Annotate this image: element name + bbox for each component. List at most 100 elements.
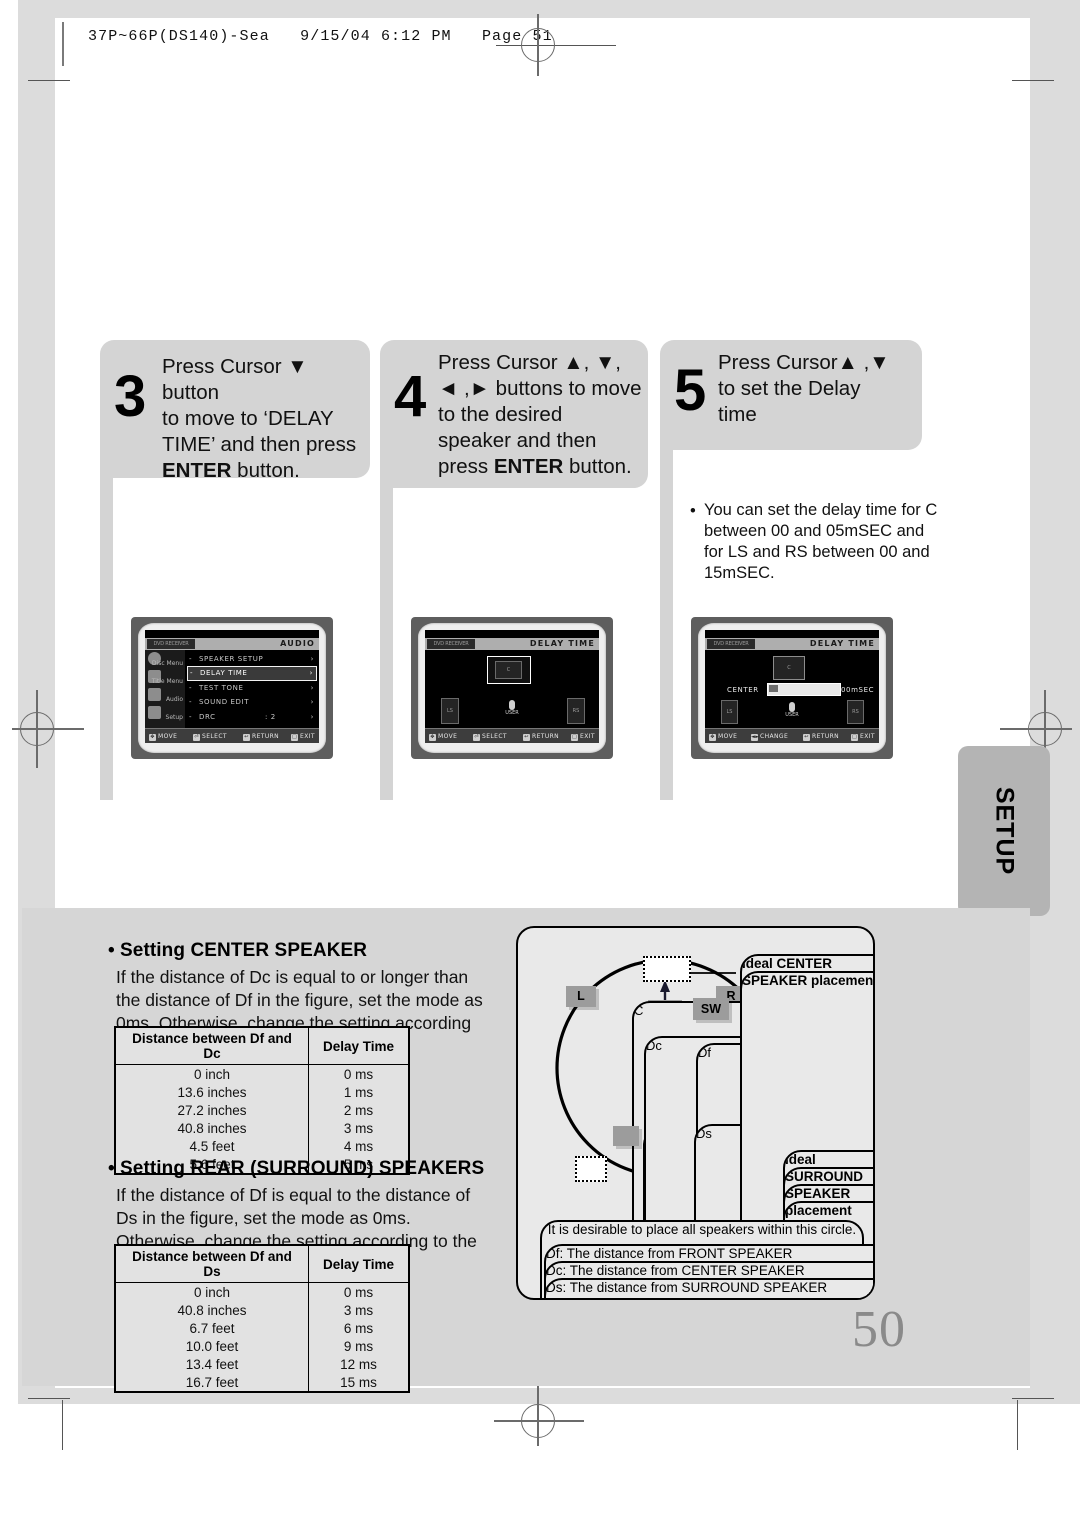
osd-footer-change[interactable]: ◄►CHANGE (751, 731, 788, 742)
osd-sidebar: Disc Menu Title Menu Audio Setup (145, 650, 185, 728)
osd-footer-move[interactable]: ✥ MOVE (709, 731, 737, 742)
osd-title-bar: DVD RECEIVER DELAY TIME (705, 638, 879, 650)
osd-footer-move[interactable]: ✥ MOVE (149, 731, 177, 742)
osd-footer-label: MOVE (158, 733, 178, 740)
osd-menu-item-sound-edit[interactable]: - SOUND EDIT › (187, 695, 317, 709)
osd-menu-item-delay-time[interactable]: - DELAY TIME › (187, 666, 317, 681)
osd-topbar (705, 630, 879, 638)
step-3-stem (100, 460, 113, 800)
select-key-icon: ⏎ (473, 734, 480, 741)
osd-footer-label: RETURN (252, 733, 280, 740)
step-4-line-2: ◄ ,► buttons to move (438, 377, 642, 401)
step-4-stem (380, 488, 393, 800)
osd-footer-return[interactable]: ↩ RETURN (243, 731, 279, 742)
table-row: 0 inch 0 ms (115, 1064, 409, 1083)
print-header-text: 37P~66P(DS140)-Sea 9/15/04 6:12 PM Page … (88, 28, 553, 45)
move-key-icon: ✥ (429, 734, 436, 741)
note-bullet: • (690, 502, 696, 520)
cell-distance: 27.2 inches (115, 1101, 309, 1119)
crop-mark (28, 80, 70, 82)
osd-title-bar: DVD RECEIVER AUDIO (145, 638, 319, 650)
step-3-line-4-rest: button. (231, 459, 300, 483)
left-surround-speaker-icon[interactable]: LS (721, 700, 738, 724)
osd-footer-label: EXIT (860, 733, 875, 740)
registration-tick (537, 1384, 539, 1446)
column-header-delay: Delay Time (308, 1245, 409, 1283)
speaker-left: L (566, 986, 596, 1007)
step-4-box: 4 Press Cursor ▲, ▼, ◄ ,► buttons to mov… (380, 340, 648, 488)
cell-delay: 0 ms (343, 1284, 374, 1300)
left-surround-speaker-icon[interactable]: LS (441, 698, 459, 724)
osd-body: C CENTER 00mSEC LS RS USER (705, 650, 879, 728)
delay-value-bar[interactable] (767, 683, 841, 696)
step-5-stem (660, 446, 673, 800)
osd-menu-item-label: TEST TONE (199, 683, 244, 692)
osd-footer-label: CHANGE (760, 733, 789, 740)
osd-screen: DVD RECEIVER DELAY TIME C LS RS USER ✥ MO… (425, 630, 599, 743)
bullet-dash: - (189, 712, 193, 721)
crop-mark (1012, 80, 1054, 82)
osd-menu-item-test-tone[interactable]: - TEST TONE › (187, 681, 317, 695)
osd-title-text: DELAY TIME (809, 639, 875, 648)
cell-distance: 10.0 feet (115, 1337, 309, 1355)
table-row: 40.8 inches 3 ms (115, 1119, 409, 1137)
delay-range-note: • You can set the delay time for C betwe… (690, 500, 940, 584)
step-4-line-3: to the desired (438, 403, 563, 427)
step-4-enter-label: ENTER (493, 455, 564, 479)
step-4-line-5-pre: press (438, 455, 494, 479)
table-row: 27.2 inches 2 ms (115, 1101, 409, 1119)
osd-footer-move[interactable]: ✥ MOVE (429, 731, 457, 742)
osd-footer-exit[interactable]: □ EXIT (851, 731, 875, 742)
osd-menu-item-speaker-setup[interactable]: - SPEAKER SETUP › (187, 652, 317, 666)
right-surround-speaker-icon[interactable]: RS (847, 700, 864, 724)
crop-mark (1017, 1400, 1019, 1450)
bullet-dash: - (190, 669, 194, 678)
chevron-right-icon: › (310, 698, 314, 707)
osd-footer: ✥ MOVE ⏎ SELECT ↩ RETURN □ EXIT (145, 728, 319, 743)
right-surround-speaker-icon[interactable]: RS (567, 698, 585, 724)
table-row: 10.0 feet 9 ms (115, 1337, 409, 1355)
osd-footer-label: SELECT (202, 733, 227, 740)
rear-delay-table: Distance between Df and Ds Delay Time 0 … (114, 1244, 410, 1393)
cell-distance: 6.7 feet (115, 1319, 309, 1337)
header-rule (62, 22, 64, 66)
table-header-row: Distance between Df and Ds Delay Time (115, 1245, 409, 1283)
osd-screen: DVD RECEIVER AUDIO Disc Menu Title Menu … (145, 630, 319, 743)
cell-delay: 3 ms (343, 1120, 374, 1136)
chevron-right-icon: › (310, 683, 314, 692)
return-key-icon: ↩ (243, 734, 250, 741)
step-3-line-2: to move to ‘DELAY (162, 407, 334, 431)
osd-sidebar-item-setup[interactable]: Setup (145, 710, 185, 726)
osd-menu-item-drc[interactable]: - DRC : 2 › (187, 710, 317, 724)
osd-footer-return[interactable]: ↩ RETURN (803, 731, 839, 742)
crop-mark (28, 1398, 70, 1400)
select-key-icon: ⏎ (193, 734, 200, 741)
osd-footer-exit[interactable]: □ EXIT (291, 731, 315, 742)
chevron-right-icon: › (309, 669, 313, 678)
cell-delay: 6 ms (343, 1320, 374, 1336)
table-header-row: Distance between Df and Dc Delay Time (115, 1027, 409, 1065)
center-speaker-icon[interactable]: C (495, 661, 522, 679)
listener-figure-icon (509, 700, 515, 710)
step-5-text: Press Cursor▲ ,▼ to set the Delay time (718, 350, 924, 428)
cell-distance: 13.6 inches (115, 1083, 309, 1101)
osd-body: C LS RS USER (425, 650, 599, 728)
cell-delay: 0 ms (343, 1066, 374, 1082)
delay-value-number (769, 685, 778, 692)
table-row: 4.5 feet 4 ms (115, 1137, 409, 1155)
osd-footer-label: RETURN (532, 733, 560, 740)
osd-footer-select[interactable]: ⏎ SELECT (193, 731, 227, 742)
osd-footer-exit[interactable]: □ EXIT (571, 731, 595, 742)
section-center-heading-text: Setting CENTER SPEAKER (120, 940, 368, 961)
ideal-surround-left-placeholder (575, 1156, 607, 1182)
registration-tick (12, 728, 84, 730)
osd-menu-item-value: : 2 (265, 712, 276, 721)
osd-footer-return[interactable]: ↩ RETURN (523, 731, 559, 742)
note-text: You can set the delay time for C between… (704, 501, 938, 583)
center-speaker-icon[interactable]: C (773, 656, 805, 680)
cell-distance: 16.7 feet (115, 1373, 309, 1392)
osd-title-bar: DVD RECEIVER DELAY TIME (425, 638, 599, 650)
osd-footer-select[interactable]: ⏎ SELECT (473, 731, 507, 742)
table-row: 13.4 feet 12 ms (115, 1355, 409, 1373)
move-key-icon: ✥ (149, 734, 156, 741)
